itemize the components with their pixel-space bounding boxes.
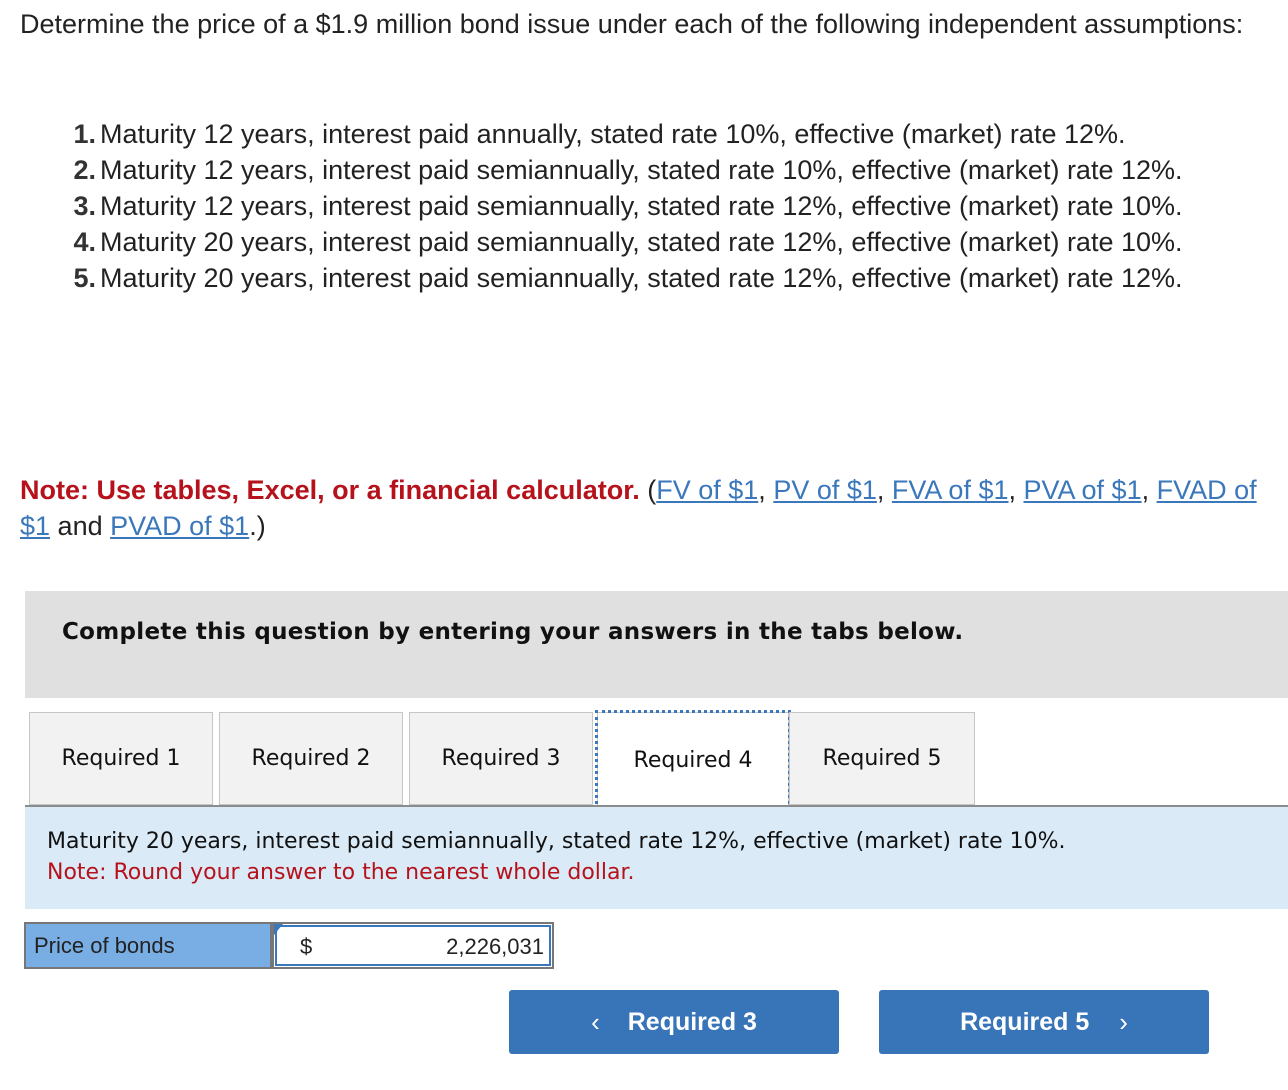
item-text: Maturity 12 years, interest paid semiann… [100,155,1183,185]
currency-symbol: $ [300,934,313,959]
note-label: Note: Use tables, Excel, or a financial … [20,475,640,505]
item-text: Maturity 20 years, interest paid semiann… [100,263,1183,293]
assumptions-list: 1. Maturity 12 years, interest paid annua… [60,116,1285,296]
answer-label: Price of bonds [24,922,272,969]
answer-value[interactable]: 2,226,031 [446,934,544,960]
link-pvad-of-1[interactable]: PVAD of $1 [110,511,249,541]
separator: , [1008,475,1024,505]
chevron-left-icon: ‹ [591,1006,600,1037]
cell-flag-icon [274,924,283,935]
chevron-right-icon: › [1119,1006,1128,1037]
next-required-button[interactable]: Required 5 › [879,990,1209,1054]
link-fv-of-1[interactable]: FV of $1 [656,475,758,505]
tab-required-3[interactable]: Required 3 [409,712,593,805]
price-of-bonds-input[interactable]: $ 2,226,031 [272,922,554,969]
tab-required-2[interactable]: Required 2 [219,712,403,805]
link-fva-of-1[interactable]: FVA of $1 [892,475,1009,505]
instruction-text: Complete this question by entering your … [62,619,964,645]
item-text: Maturity 12 years, interest paid semiann… [100,191,1183,221]
item-number: 2. [73,155,96,185]
tab-required-5[interactable]: Required 5 [789,712,975,805]
tab-required-4[interactable]: Required 4 [595,710,791,810]
separator: , [876,475,892,505]
instruction-banner: Complete this question by entering your … [25,591,1288,698]
panel-description: Maturity 20 years, interest paid semiann… [47,829,1066,854]
assumption-item: 1. Maturity 12 years, interest paid annua… [60,116,1285,152]
item-number: 1. [73,119,96,149]
assumption-item: 4. Maturity 20 years, interest paid semia… [60,224,1285,260]
item-text: Maturity 20 years, interest paid semiann… [100,227,1183,257]
item-number: 4. [73,227,96,257]
assumption-item: 5. Maturity 20 years, interest paid semia… [60,260,1285,296]
tab-panel: Maturity 20 years, interest paid semiann… [25,807,1288,909]
separator: , [758,475,774,505]
tab-required-1[interactable]: Required 1 [29,712,213,805]
separator: , [1141,475,1157,505]
item-text: Maturity 12 years, interest paid annuall… [100,119,1126,149]
link-pva-of-1[interactable]: PVA of $1 [1024,475,1142,505]
item-number: 5. [73,263,96,293]
paren: ( [639,475,657,505]
item-number: 3. [73,191,96,221]
calculator-note: Note: Use tables, Excel, or a financial … [20,472,1282,544]
prev-required-button[interactable]: ‹ Required 3 [509,990,839,1054]
prev-button-label: Required 3 [627,1007,757,1036]
question-intro: Determine the price of a $1.9 million bo… [20,9,1244,39]
link-pv-of-1[interactable]: PV of $1 [773,475,877,505]
assumption-item: 3. Maturity 12 years, interest paid semia… [60,188,1285,224]
next-button-label: Required 5 [960,1007,1090,1036]
separator: and [50,511,111,541]
paren: .) [249,511,266,541]
rounding-note: Note: Round your answer to the nearest w… [47,860,635,885]
assumption-item: 2. Maturity 12 years, interest paid semia… [60,152,1285,188]
